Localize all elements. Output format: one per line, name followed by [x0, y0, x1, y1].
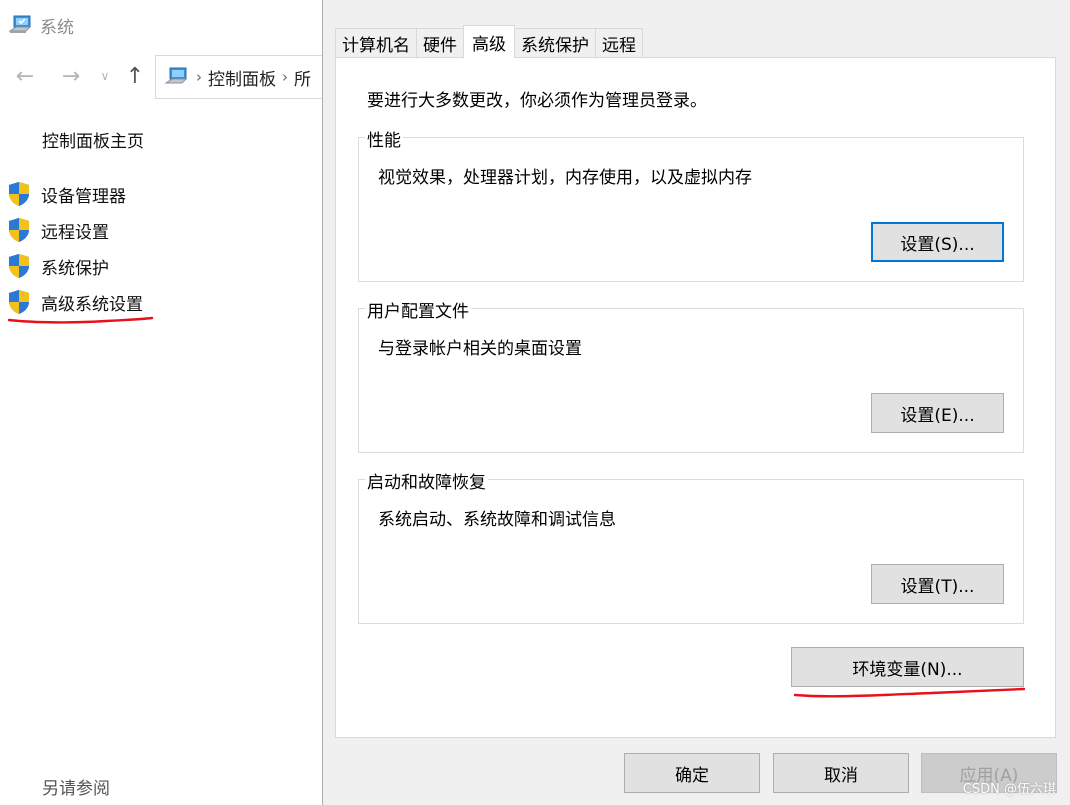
admin-required-note: 要进行大多数更改，你必须作为管理员登录。 [367, 91, 707, 111]
startup-recovery-group: 启动和故障恢复 系统启动、系统故障和调试信息 设置(T)... [358, 468, 1024, 624]
system-window: 系统 ← → ∨ ↑ › 控制面板 › 所 控制面板主页 设备管理器 远程设置 … [0, 0, 335, 805]
group-title: 启动和故障恢复 [365, 468, 488, 493]
sidebar-item-advanced-system-settings[interactable]: 高级系统设置 [7, 289, 143, 315]
arrow-right-icon: → [61, 63, 81, 89]
user-profiles-settings-button[interactable]: 设置(E)... [871, 393, 1004, 433]
watermark: CSDN @伍六琪 [962, 782, 1056, 797]
ok-button[interactable]: 确定 [624, 753, 760, 793]
tab-system-protection[interactable]: 系统保护 [514, 28, 596, 58]
group-title: 性能 [365, 126, 403, 151]
address-bar: ← → ∨ ↑ › 控制面板 › 所 [0, 54, 335, 100]
arrow-left-icon: ← [15, 63, 35, 89]
breadcrumb-control-panel[interactable]: 控制面板 [208, 65, 276, 90]
sidebar-item-label: 设备管理器 [41, 186, 126, 207]
group-description: 与登录帐户相关的桌面设置 [378, 339, 582, 359]
see-also-heading: 另请参阅 [42, 779, 110, 799]
breadcrumb-next[interactable]: 所 [294, 65, 311, 90]
chevron-down-icon: ∨ [100, 69, 110, 83]
cancel-button[interactable]: 取消 [773, 753, 909, 793]
sidebar-item-label: 系统保护 [41, 258, 109, 279]
sidebar-item-label: 远程设置 [41, 222, 109, 243]
back-button[interactable]: ← [12, 62, 38, 90]
chevron-right-icon: › [282, 68, 288, 86]
startup-recovery-settings-button[interactable]: 设置(T)... [871, 564, 1004, 604]
tab-advanced[interactable]: 高级 [463, 25, 515, 58]
uac-shield-icon [9, 290, 29, 314]
sidebar-item-device-manager[interactable]: 设备管理器 [7, 181, 126, 207]
uac-shield-icon [9, 218, 29, 242]
sidebar-item-remote-settings[interactable]: 远程设置 [7, 217, 109, 243]
recent-locations-button[interactable]: ∨ [92, 62, 118, 90]
up-button[interactable]: ↑ [122, 62, 148, 90]
group-description: 系统启动、系统故障和调试信息 [378, 510, 616, 530]
chevron-right-icon: › [196, 68, 202, 86]
uac-shield-icon [9, 254, 29, 278]
tab-hardware[interactable]: 硬件 [416, 28, 464, 58]
arrow-up-icon: ↑ [125, 63, 145, 89]
tab-strip: 计算机名 硬件 高级 系统保护 远程 [335, 25, 643, 58]
tab-computer-name[interactable]: 计算机名 [335, 28, 417, 58]
control-panel-home-link[interactable]: 控制面板主页 [42, 127, 144, 152]
group-description: 视觉效果，处理器计划，内存使用，以及虚拟内存 [378, 168, 752, 188]
computer-icon [164, 67, 188, 84]
tab-remote[interactable]: 远程 [595, 28, 643, 58]
performance-group: 性能 视觉效果，处理器计划，内存使用，以及虚拟内存 设置(S)... [358, 126, 1024, 282]
window-titlebar: 系统 [8, 12, 74, 38]
performance-settings-button[interactable]: 设置(S)... [871, 222, 1004, 262]
address-path[interactable]: › 控制面板 › 所 [155, 55, 335, 99]
forward-button[interactable]: → [58, 62, 84, 90]
sidebar-item-label: 高级系统设置 [41, 294, 143, 315]
environment-variables-button[interactable]: 环境变量(N)... [791, 647, 1024, 687]
window-title: 系统 [40, 17, 74, 38]
group-title: 用户配置文件 [365, 297, 471, 322]
user-profiles-group: 用户配置文件 与登录帐户相关的桌面设置 设置(E)... [358, 297, 1024, 453]
sidebar-item-system-protection[interactable]: 系统保护 [7, 253, 109, 279]
advanced-tab-panel: 要进行大多数更改，你必须作为管理员登录。 性能 视觉效果，处理器计划，内存使用，… [335, 57, 1056, 738]
system-properties-dialog: 计算机名 硬件 高级 系统保护 远程 要进行大多数更改，你必须作为管理员登录。 … [322, 0, 1070, 805]
uac-shield-icon [9, 182, 29, 206]
computer-icon [8, 15, 32, 33]
